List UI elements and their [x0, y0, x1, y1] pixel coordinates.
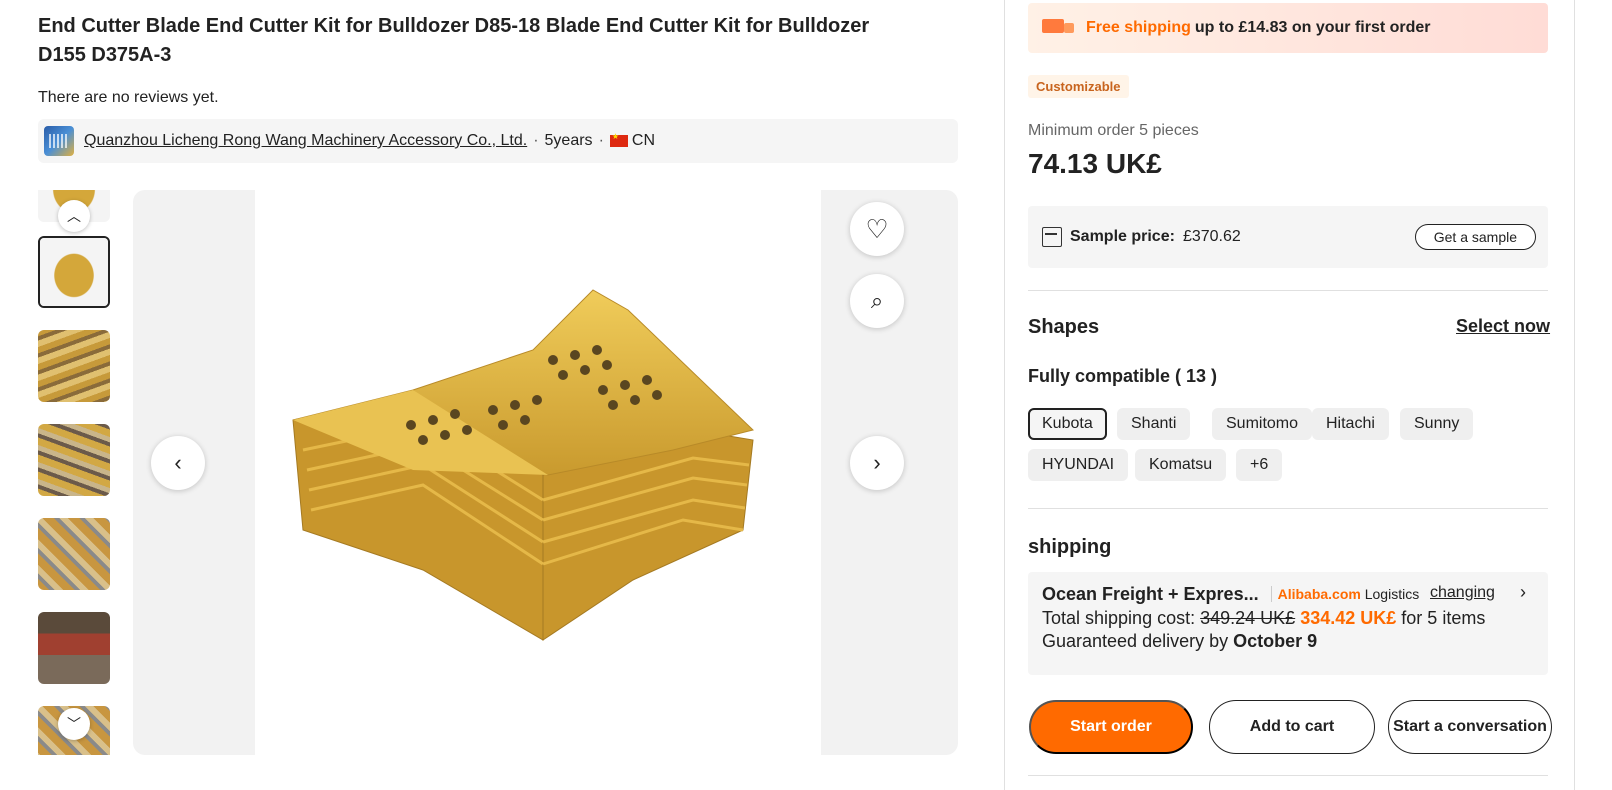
get-sample-button[interactable]: Get a sample: [1414, 224, 1536, 250]
supplier-country: CN: [631, 132, 655, 149]
shape-chip[interactable]: Kubota: [1028, 408, 1107, 440]
shipping-info-box: Ocean Freight + Expres... Alibaba.com Lo…: [1028, 572, 1548, 675]
add-to-cart-button[interactable]: Add to cart: [1209, 700, 1375, 754]
supplier-bar: Quanzhou Licheng Rong Wang Machinery Acc…: [38, 119, 958, 163]
divider: [1028, 508, 1548, 509]
shipping-items-count: for 5 items: [1401, 608, 1486, 628]
shape-chip[interactable]: Shanti: [1117, 408, 1191, 440]
change-shipping-link[interactable]: changing: [1430, 584, 1495, 602]
image-search-icon[interactable]: ⌕: [850, 274, 904, 328]
delivery-date: October 9: [1233, 631, 1318, 651]
logistics-suffix: Logistics: [1364, 586, 1420, 602]
shapes-title: Shapes: [1028, 316, 1100, 338]
start-order-button[interactable]: Start order: [1029, 700, 1193, 754]
shipping-cost-label: Total shipping cost:: [1042, 608, 1196, 628]
column-divider: [1004, 0, 1005, 790]
china-flag-icon: [609, 132, 628, 147]
chevron-right-icon[interactable]: ›: [1520, 582, 1526, 603]
chevron-up-icon[interactable]: ︿: [58, 200, 90, 232]
free-shipping-text: up to £14.83 on your first order: [1194, 19, 1431, 36]
sample-price-value: £370.62: [1182, 228, 1241, 245]
thumbnail-strip: [38, 190, 112, 755]
free-shipping-banner: Free shipping up to £14.83 on your first…: [1028, 3, 1548, 53]
select-now-link[interactable]: Select now: [1456, 316, 1550, 337]
alibaba-logistics-logo: Alibaba.com Logistics: [1270, 586, 1420, 602]
heart-icon[interactable]: ♡: [850, 202, 904, 256]
more-shapes-chip[interactable]: +6: [1236, 449, 1283, 481]
shape-chip[interactable]: HYUNDAI: [1028, 449, 1129, 481]
product-image: [292, 289, 754, 641]
package-icon: [1042, 227, 1062, 247]
separator: ·: [533, 132, 539, 149]
shape-chip[interactable]: Komatsu: [1135, 449, 1227, 481]
thumbnail[interactable]: [38, 424, 110, 496]
product-title: End Cutter Blade End Cutter Kit for Bull…: [38, 15, 870, 66]
customizable-badge: Customizable: [1028, 75, 1129, 98]
supplier-logo[interactable]: [44, 126, 74, 156]
column-divider: [1574, 0, 1575, 790]
chevron-right-icon[interactable]: ›: [850, 436, 904, 490]
divider: [1028, 290, 1548, 291]
main-product-image[interactable]: ‹ › ♡ ⌕: [133, 190, 958, 755]
free-shipping-highlight: Free shipping: [1086, 19, 1191, 36]
shipping-cost-row: Total shipping cost: 349.24 UK£ 334.42 U…: [1042, 608, 1534, 629]
discounted-shipping-cost: 334.42 UK£: [1300, 608, 1397, 628]
delivery-label: Guaranteed delivery by: [1042, 631, 1229, 651]
minimum-order: Minimum order 5 pieces: [1028, 122, 1199, 139]
logistics-brand: Alibaba.com: [1277, 586, 1361, 602]
truck-icon: [1042, 17, 1076, 39]
sample-price-label: Sample price:: [1070, 228, 1175, 245]
reviews-text: There are no reviews yet.: [38, 89, 219, 106]
supplier-name-link[interactable]: Quanzhou Licheng Rong Wang Machinery Acc…: [84, 132, 527, 150]
thumbnail[interactable]: [38, 612, 110, 684]
separator: ·: [598, 132, 604, 149]
compatibility-label: Fully compatible ( 13 ): [1028, 366, 1218, 386]
thumbnail[interactable]: [38, 236, 110, 308]
divider: [1028, 775, 1548, 776]
shape-chip[interactable]: Hitachi: [1312, 408, 1389, 440]
thumbnail[interactable]: [38, 518, 110, 590]
shipping-method: Ocean Freight + Expres...: [1042, 583, 1259, 604]
supplier-years: 5years: [544, 132, 593, 149]
thumbnail[interactable]: [38, 330, 110, 402]
sample-price-box: Sample price: £370.62 Get a sample: [1028, 206, 1548, 268]
shape-chip[interactable]: Sumitomo: [1212, 408, 1313, 440]
original-shipping-cost: 349.24 UK£: [1200, 608, 1296, 628]
chevron-down-icon[interactable]: ﹀: [58, 708, 90, 740]
chevron-left-icon[interactable]: ‹: [151, 436, 205, 490]
start-conversation-button[interactable]: Start a conversation: [1388, 700, 1552, 754]
delivery-row: Guaranteed delivery by October 9: [1042, 631, 1534, 652]
unit-price: 74.13 UK£: [1028, 148, 1162, 179]
shape-chip[interactable]: Sunny: [1400, 408, 1474, 440]
shipping-title: shipping: [1028, 536, 1112, 558]
